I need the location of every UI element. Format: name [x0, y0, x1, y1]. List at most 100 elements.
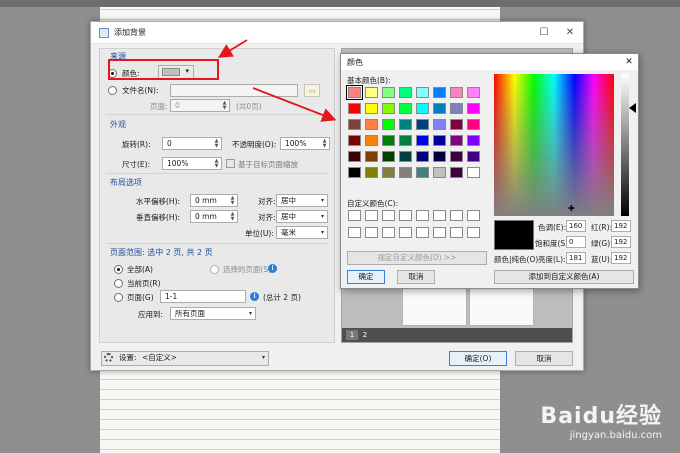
- file-radio[interactable]: [108, 86, 117, 95]
- add-to-custom-button[interactable]: 添加到自定义颜色(A): [494, 270, 634, 284]
- info-icon[interactable]: i: [268, 264, 277, 273]
- basic-color-swatch[interactable]: [433, 135, 446, 146]
- selected-pages-radio[interactable]: [210, 265, 219, 274]
- custom-color-swatch[interactable]: [399, 210, 412, 221]
- basic-color-swatch[interactable]: [365, 167, 378, 178]
- basic-color-swatch[interactable]: [416, 103, 429, 114]
- basic-color-swatch[interactable]: [450, 119, 463, 130]
- basic-color-swatch[interactable]: [382, 135, 395, 146]
- cancel-button[interactable]: 取消: [515, 351, 573, 366]
- all-pages-radio[interactable]: [114, 265, 123, 274]
- basic-color-swatch[interactable]: [348, 119, 361, 130]
- basic-color-swatch[interactable]: [467, 167, 480, 178]
- basic-color-swatch[interactable]: [450, 167, 463, 178]
- close-icon[interactable]: ✕: [557, 22, 583, 44]
- apply-select[interactable]: 所有页面 ▾: [170, 307, 256, 320]
- green-input[interactable]: 192: [611, 236, 631, 248]
- luminance-input[interactable]: 181: [566, 252, 586, 264]
- basic-color-swatch[interactable]: [365, 119, 378, 130]
- custom-color-swatch[interactable]: [348, 227, 361, 238]
- basic-color-swatch[interactable]: [346, 85, 363, 100]
- custom-color-swatch[interactable]: [450, 210, 463, 221]
- basic-color-swatch[interactable]: [348, 151, 361, 162]
- scale-checkbox[interactable]: [226, 159, 235, 168]
- basic-color-swatch[interactable]: [399, 151, 412, 162]
- h-align-select[interactable]: 居中 ▾: [276, 194, 328, 207]
- preview-page-1[interactable]: 1: [346, 330, 358, 340]
- basic-color-swatch[interactable]: [399, 167, 412, 178]
- basic-color-swatch[interactable]: [348, 167, 361, 178]
- custom-color-swatch[interactable]: [450, 227, 463, 238]
- basic-color-swatch[interactable]: [382, 151, 395, 162]
- color-cancel-button[interactable]: 取消: [397, 270, 435, 284]
- basic-color-swatch[interactable]: [433, 87, 446, 98]
- basic-color-swatch[interactable]: [416, 151, 429, 162]
- spinner-icon[interactable]: ▲ ▼: [213, 139, 220, 149]
- page-range-radio[interactable]: [114, 293, 123, 302]
- custom-color-swatch[interactable]: [348, 210, 361, 221]
- custom-color-swatch[interactable]: [365, 210, 378, 221]
- basic-color-swatch[interactable]: [433, 119, 446, 130]
- basic-color-swatch[interactable]: [382, 103, 395, 114]
- basic-color-swatch[interactable]: [433, 103, 446, 114]
- basic-color-swatch[interactable]: [467, 119, 480, 130]
- opacity-input[interactable]: 100% ▲ ▼: [280, 137, 330, 150]
- basic-color-swatch[interactable]: [399, 135, 412, 146]
- ok-button[interactable]: 确定(O): [449, 351, 507, 366]
- spinner-icon[interactable]: ▲ ▼: [229, 212, 236, 222]
- basic-color-swatch[interactable]: [467, 103, 480, 114]
- spinner-icon[interactable]: ▲ ▼: [221, 101, 228, 111]
- basic-color-swatch[interactable]: [382, 119, 395, 130]
- close-icon[interactable]: ✕: [620, 57, 638, 67]
- custom-color-swatch[interactable]: [467, 227, 480, 238]
- basic-color-swatch[interactable]: [365, 151, 378, 162]
- basic-color-swatch[interactable]: [365, 135, 378, 146]
- custom-color-swatch[interactable]: [382, 227, 395, 238]
- basic-color-swatch[interactable]: [416, 167, 429, 178]
- basic-color-swatch[interactable]: [450, 103, 463, 114]
- basic-color-swatch[interactable]: [450, 135, 463, 146]
- basic-color-swatch[interactable]: [467, 135, 480, 146]
- custom-color-swatch[interactable]: [382, 210, 395, 221]
- spinner-icon[interactable]: ▲ ▼: [213, 159, 220, 169]
- spinner-icon[interactable]: ▲ ▼: [229, 196, 236, 206]
- basic-color-swatch[interactable]: [399, 119, 412, 130]
- define-custom-colors-button[interactable]: 规定自定义颜色(D) >>: [347, 251, 487, 265]
- basic-color-swatch[interactable]: [365, 103, 378, 114]
- basic-color-swatch[interactable]: [433, 167, 446, 178]
- custom-color-swatch[interactable]: [416, 227, 429, 238]
- basic-color-swatch[interactable]: [348, 135, 361, 146]
- basic-color-swatch[interactable]: [416, 135, 429, 146]
- rotate-input[interactable]: 0 ▲ ▼: [162, 137, 222, 150]
- unit-select[interactable]: 毫米 ▾: [276, 226, 328, 239]
- slider-arrow-icon[interactable]: [629, 103, 636, 113]
- custom-color-swatch[interactable]: [433, 227, 446, 238]
- luminance-slider[interactable]: [621, 74, 629, 216]
- basic-color-swatch[interactable]: [433, 151, 446, 162]
- basic-color-swatch[interactable]: [348, 103, 361, 114]
- current-page-radio[interactable]: [114, 279, 123, 288]
- custom-color-swatch[interactable]: [416, 210, 429, 221]
- basic-color-swatch[interactable]: [382, 167, 395, 178]
- basic-color-swatch[interactable]: [450, 151, 463, 162]
- maximize-icon[interactable]: ☐: [531, 22, 557, 44]
- basic-color-swatch[interactable]: [450, 87, 463, 98]
- hue-input[interactable]: 160: [566, 220, 586, 232]
- page-number-input[interactable]: 0 ▲ ▼: [170, 99, 230, 112]
- basic-color-swatch[interactable]: [399, 103, 412, 114]
- custom-color-swatch[interactable]: [433, 210, 446, 221]
- basic-color-swatch[interactable]: [365, 87, 378, 98]
- page-range-input[interactable]: 1-1: [160, 290, 246, 303]
- blue-input[interactable]: 192: [611, 252, 631, 264]
- spinner-icon[interactable]: ▲ ▼: [321, 139, 328, 149]
- size-input[interactable]: 100% ▲ ▼: [162, 157, 222, 170]
- basic-color-swatch[interactable]: [416, 119, 429, 130]
- browse-button[interactable]: ▭: [304, 84, 320, 97]
- file-path-input[interactable]: [170, 84, 298, 97]
- custom-color-swatch[interactable]: [467, 210, 480, 221]
- color-spectrum[interactable]: [494, 74, 614, 216]
- info-icon[interactable]: i: [250, 292, 259, 301]
- basic-color-swatch[interactable]: [416, 87, 429, 98]
- basic-color-swatch[interactable]: [382, 87, 395, 98]
- basic-color-swatch[interactable]: [467, 151, 480, 162]
